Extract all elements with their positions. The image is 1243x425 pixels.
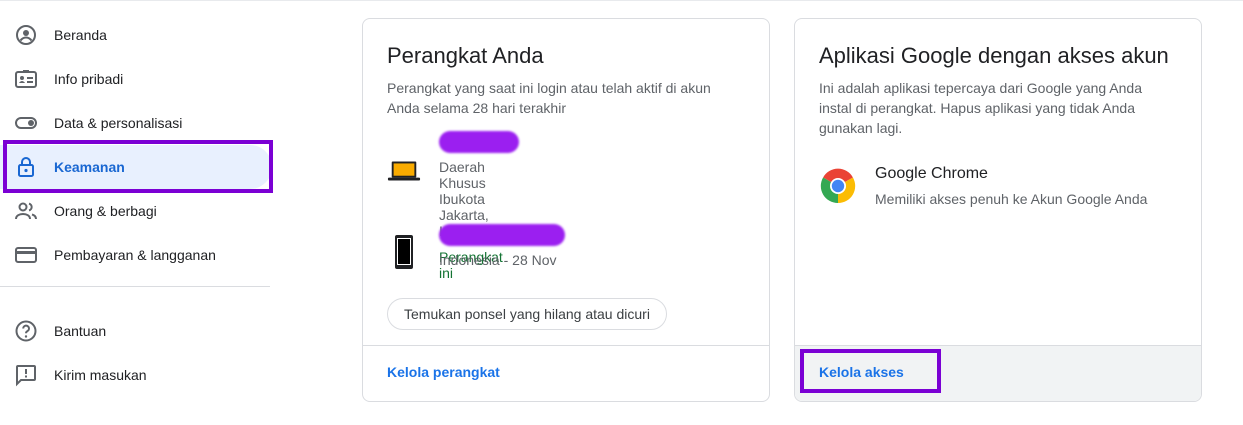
lock-icon — [14, 155, 38, 179]
find-lost-phone-button[interactable]: Temukan ponsel yang hilang atau dicuri — [387, 298, 667, 330]
sidebar-item-label: Beranda — [54, 27, 107, 43]
sidebar-item-pembayaran[interactable]: Pembayaran & langganan — [0, 233, 272, 277]
sidebar-item-label: Orang & berbagi — [54, 203, 157, 219]
apps-card-description: Ini adalah aplikasi tepercaya dari Googl… — [819, 80, 1142, 136]
app-name: Google Chrome — [875, 165, 988, 182]
sidebar-divider — [0, 286, 270, 287]
sidebar-item-bantuan[interactable]: Bantuan — [0, 309, 272, 353]
manage-devices-link[interactable]: Kelola perangkat — [387, 364, 500, 380]
people-icon — [14, 199, 38, 223]
sidebar-item-info-pribadi[interactable]: Info pribadi — [0, 57, 272, 101]
devices-card-title: Perangkat Anda — [387, 43, 544, 68]
redacted-device-name — [439, 224, 565, 246]
sidebar-item-data-personalisasi[interactable]: Data & personalisasi — [0, 101, 272, 145]
sidebar-item-orang-berbagi[interactable]: Orang & berbagi — [0, 189, 272, 233]
apps-card-footer: Kelola akses — [795, 345, 1201, 401]
sidebar-item-label: Pembayaran & langganan — [54, 247, 216, 263]
sidebar-item-label: Bantuan — [54, 323, 107, 339]
sidebar-item-label: Data & personalisasi — [54, 115, 183, 131]
sidebar-item-label: Kirim masukan — [54, 367, 147, 383]
help-icon — [14, 319, 38, 343]
credit-card-icon — [14, 243, 38, 267]
app-access-description: Memiliki akses penuh ke Akun Google Anda — [875, 191, 1148, 207]
top-divider — [0, 0, 1243, 1]
sidebar-item-kirim-masukan[interactable]: Kirim masukan — [0, 353, 272, 397]
sidebar-item-label: Keamanan — [54, 159, 125, 175]
redacted-device-name — [439, 131, 519, 153]
sidebar-item-beranda[interactable]: Beranda — [0, 13, 272, 57]
device-location: Indonesia - 28 Nov — [439, 252, 557, 268]
laptop-icon — [387, 151, 421, 191]
chrome-icon — [819, 167, 857, 210]
sidebar-item-keamanan[interactable]: Keamanan — [0, 145, 272, 189]
feedback-icon — [14, 363, 38, 387]
home-account-icon — [14, 23, 38, 47]
apps-card: Aplikasi Google dengan akses akun Ini ad… — [794, 18, 1202, 402]
toggle-icon — [14, 111, 38, 135]
devices-card-description: Perangkat yang saat ini login atau telah… — [387, 80, 711, 116]
apps-card-title: Aplikasi Google dengan akses akun — [819, 43, 1169, 68]
id-card-icon — [14, 67, 38, 91]
sidebar-nav: Beranda Info pribadi Data & personalisas… — [0, 13, 280, 397]
manage-access-link[interactable]: Kelola akses — [819, 364, 904, 380]
devices-card-footer: Kelola perangkat — [363, 345, 769, 401]
sidebar-item-label: Info pribadi — [54, 71, 124, 87]
phone-icon — [387, 232, 421, 272]
devices-card: Perangkat Anda Perangkat yang saat ini l… — [362, 18, 770, 402]
